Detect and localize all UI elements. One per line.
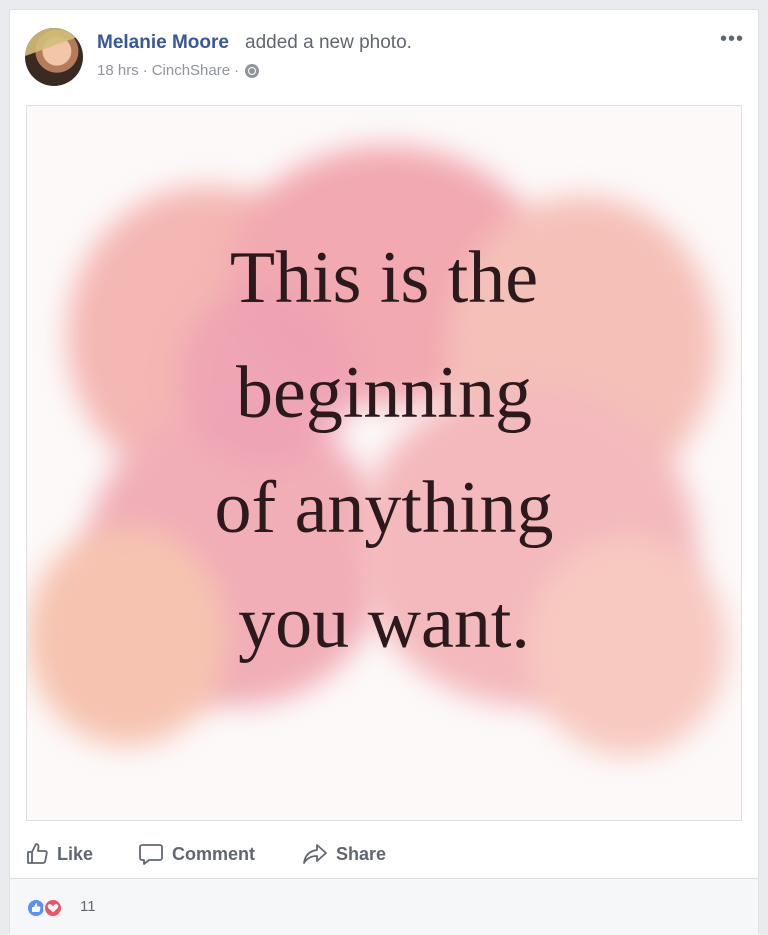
post-app[interactable]: CinchShare	[152, 62, 230, 79]
post-card: Melanie Moore added a new photo. 18 hrs …	[9, 9, 759, 935]
reaction-icons[interactable]	[26, 898, 66, 918]
quote-line: you want.	[238, 582, 530, 664]
post-meta: 18 hrs · CinchShare ·	[97, 62, 260, 79]
photo-quote: This is the beginning of anything you wa…	[27, 221, 741, 681]
meta-separator: ·	[142, 62, 148, 79]
post-photo[interactable]: This is the beginning of anything you wa…	[26, 105, 742, 821]
action-bar: Like Comment Share	[10, 832, 758, 878]
meta-separator: ·	[234, 62, 240, 79]
thumbs-up-icon	[27, 843, 48, 864]
reactions-bar[interactable]: 11	[10, 879, 758, 935]
quote-line: beginning	[236, 352, 532, 434]
comment-icon	[139, 844, 163, 865]
comment-label: Comment	[172, 843, 256, 864]
quote-line: of anything	[214, 467, 554, 549]
share-button[interactable]: Share	[302, 842, 386, 866]
comment-button[interactable]: Comment	[138, 842, 255, 866]
author-avatar[interactable]	[25, 28, 83, 86]
post-action-text: added a new photo.	[245, 32, 412, 53]
share-arrow-icon	[303, 844, 327, 864]
share-label: Share	[336, 843, 387, 864]
more-options-button[interactable]: •••	[720, 28, 744, 51]
globe-icon[interactable]	[245, 63, 260, 78]
love-reaction-icon	[43, 898, 63, 918]
like-button[interactable]: Like	[25, 842, 93, 866]
post-time[interactable]: 18 hrs	[97, 62, 139, 79]
post-header: Melanie Moore added a new photo. 18 hrs …	[10, 10, 758, 105]
quote-line: This is the	[229, 237, 539, 319]
author-name[interactable]: Melanie Moore	[97, 32, 229, 54]
reaction-count[interactable]: 11	[80, 898, 96, 915]
like-label: Like	[57, 843, 94, 864]
